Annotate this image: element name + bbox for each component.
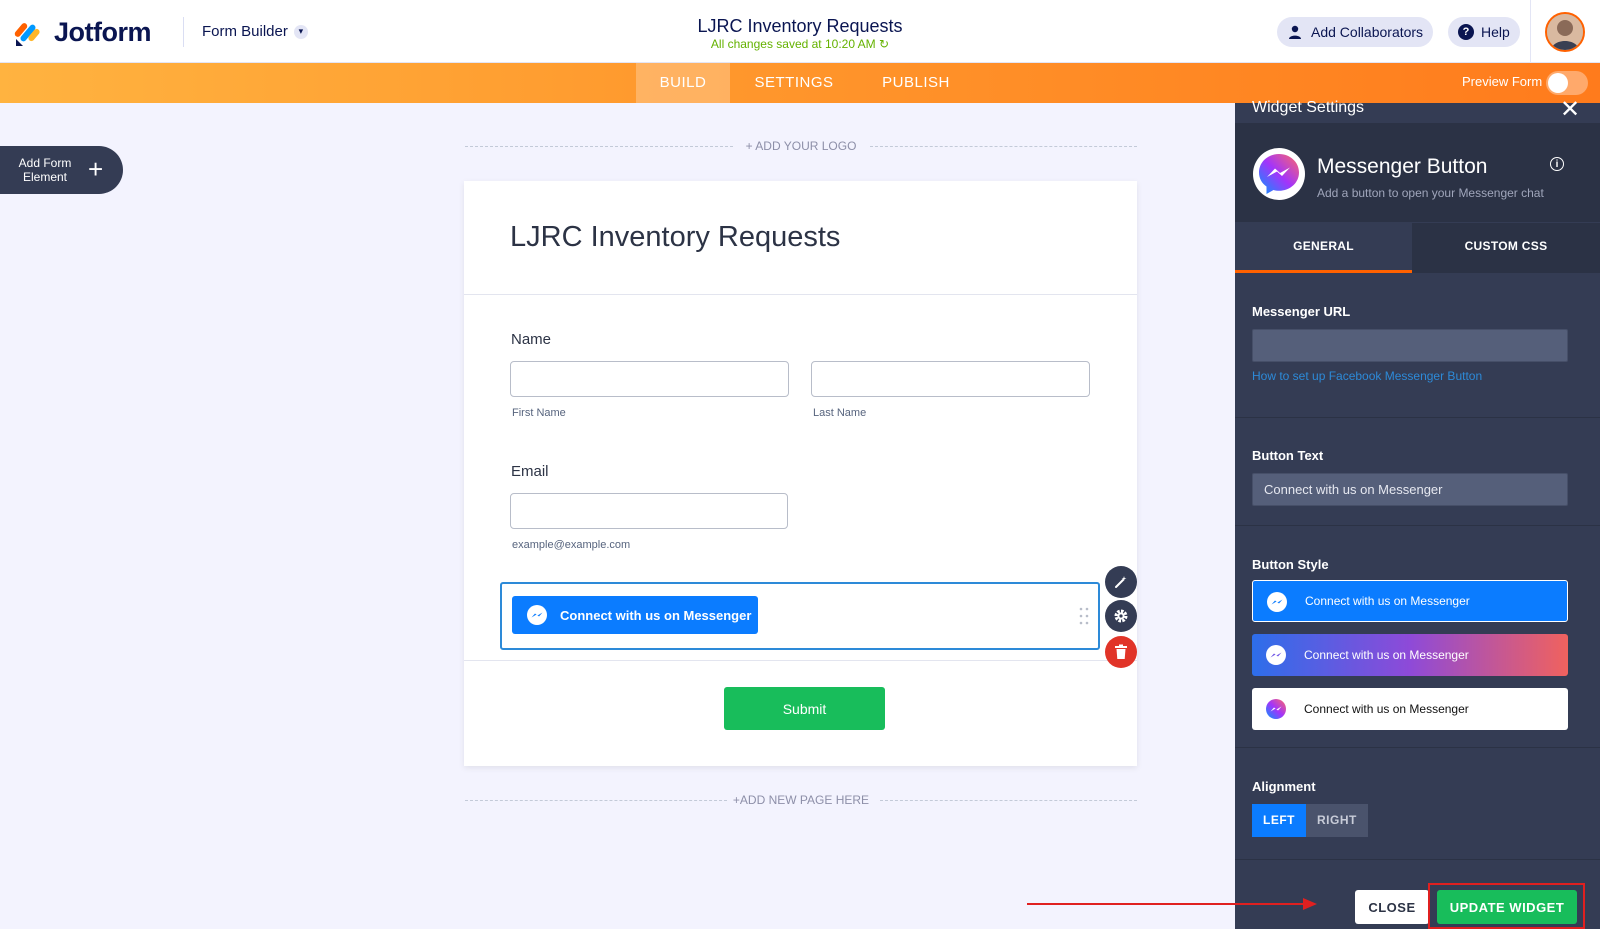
jotform-logo[interactable]: Jotform <box>14 17 152 48</box>
info-icon[interactable]: i <box>1550 157 1564 171</box>
widget-header: Messenger Button Add a button to open yo… <box>1235 123 1600 222</box>
add-collaborators-button[interactable]: Add Collaborators <box>1277 17 1434 47</box>
divider <box>464 660 1137 661</box>
save-status-text: All changes saved at 10:20 AM <box>710 37 876 51</box>
messenger-widget-field[interactable]: Connect with us on Messenger <box>500 582 1100 650</box>
form-card: LJRC Inventory Requests Name First Name … <box>464 181 1137 766</box>
button-text-section: Button Text Connect with us on Messenger <box>1235 418 1600 526</box>
annotation-arrow <box>1027 898 1317 910</box>
email-sublabel: example@example.com <box>512 539 631 551</box>
form-heading[interactable]: LJRC Inventory Requests <box>510 221 840 254</box>
avatar-image <box>1547 14 1583 50</box>
widget-description: Add a button to open your Messenger chat <box>1317 186 1544 200</box>
field-settings-button[interactable] <box>1105 600 1137 632</box>
messenger-icon <box>527 605 547 625</box>
panel-title: Widget Settings <box>1252 99 1365 116</box>
style-option-label: Connect with us on Messenger <box>1305 594 1470 608</box>
submit-button[interactable]: Submit <box>724 687 885 730</box>
style-option-label: Connect with us on Messenger <box>1304 702 1469 716</box>
add-collaborators-label: Add Collaborators <box>1311 24 1424 40</box>
button-style-label: Button Style <box>1252 557 1329 572</box>
email-label: Email <box>511 463 549 480</box>
widget-settings-panel: Widget Settings ✕ Messenger Button Add a… <box>1235 96 1600 929</box>
add-logo-text: + ADD YOUR LOGO <box>745 139 857 153</box>
refresh-icon: ↻ <box>879 37 890 51</box>
close-icon[interactable]: ✕ <box>1560 95 1580 124</box>
help-button[interactable]: ? Help <box>1448 17 1520 47</box>
preview-form-label: Preview Form <box>1462 74 1543 89</box>
style-option-white[interactable]: Connect with us on Messenger <box>1252 688 1568 730</box>
magic-wand-icon <box>1115 576 1127 588</box>
alignment-toggle: LEFT RIGHT <box>1252 804 1368 837</box>
messenger-icon <box>1267 592 1287 612</box>
alignment-section: Alignment LEFT RIGHT <box>1235 748 1600 860</box>
messenger-logo-icon <box>1253 148 1305 200</box>
tab-general[interactable]: GENERAL <box>1235 223 1412 273</box>
annotation-highlight-box <box>1428 883 1585 929</box>
style-option-gradient[interactable]: Connect with us on Messenger <box>1252 634 1568 676</box>
add-logo-slot[interactable]: + ADD YOUR LOGO <box>465 137 1137 155</box>
top-header: Jotform Form Builder ▾ LJRC Inventory Re… <box>0 0 1600 63</box>
first-name-sublabel: First Name <box>512 407 566 419</box>
add-form-element-label: Add Form Element <box>18 156 72 184</box>
messenger-button-label: Connect with us on Messenger <box>560 607 752 623</box>
help-link[interactable]: How to set up Facebook Messenger Button <box>1252 369 1482 383</box>
email-input[interactable] <box>510 493 788 529</box>
gear-icon <box>1114 609 1128 623</box>
builder-nav: BUILD SETTINGS PUBLISH Preview Form <box>0 63 1600 103</box>
header-divider <box>1530 0 1531 63</box>
form-builder-label: Form Builder <box>202 23 288 40</box>
tab-publish[interactable]: PUBLISH <box>866 63 966 103</box>
avatar[interactable] <box>1545 12 1585 52</box>
messenger-url-input[interactable] <box>1252 329 1568 362</box>
user-icon <box>1289 25 1301 39</box>
messenger-url-label: Messenger URL <box>1252 304 1351 319</box>
preview-form-toggle[interactable] <box>1546 71 1588 95</box>
form-builder-menu[interactable]: Form Builder ▾ <box>202 23 308 40</box>
header-divider <box>183 17 184 47</box>
messenger-url-section: Messenger URL How to set up Facebook Mes… <box>1235 273 1600 418</box>
last-name-sublabel: Last Name <box>813 407 867 419</box>
magic-wand-button[interactable] <box>1105 566 1137 598</box>
style-option-blue[interactable]: Connect with us on Messenger <box>1252 580 1568 622</box>
toggle-knob <box>1548 73 1568 93</box>
jotform-logo-icon <box>14 22 40 46</box>
button-text-input[interactable]: Connect with us on Messenger <box>1252 473 1568 506</box>
drag-handle-icon[interactable] <box>1079 606 1089 626</box>
add-form-element-button[interactable]: Add Form Element + <box>0 146 123 194</box>
style-option-label: Connect with us on Messenger <box>1304 648 1469 662</box>
align-left-button[interactable]: LEFT <box>1252 804 1306 837</box>
close-button[interactable]: CLOSE <box>1355 890 1429 924</box>
button-style-section: Button Style Connect with us on Messenge… <box>1235 526 1600 748</box>
plus-icon: + <box>88 154 104 184</box>
alignment-label: Alignment <box>1252 779 1316 794</box>
messenger-icon <box>1266 645 1286 665</box>
chevron-down-icon: ▾ <box>293 24 308 39</box>
name-label: Name <box>511 331 552 348</box>
add-new-page-slot[interactable]: +ADD NEW PAGE HERE <box>465 791 1137 809</box>
add-new-page-text: +ADD NEW PAGE HERE <box>732 793 870 807</box>
button-text-label: Button Text <box>1252 448 1324 463</box>
save-status: All changes saved at 10:20 AM ↻ <box>600 37 1000 51</box>
widget-name: Messenger Button <box>1317 155 1488 178</box>
help-label: Help <box>1481 24 1510 40</box>
brand-name: Jotform <box>54 17 152 47</box>
divider <box>464 294 1137 295</box>
tab-settings[interactable]: SETTINGS <box>742 63 846 103</box>
messenger-icon <box>1266 699 1286 719</box>
trash-icon <box>1115 644 1127 659</box>
align-right-button[interactable]: RIGHT <box>1306 804 1368 837</box>
tab-build[interactable]: BUILD <box>636 63 730 103</box>
panel-tabs: GENERAL CUSTOM CSS <box>1235 223 1600 273</box>
delete-field-button[interactable] <box>1105 636 1137 668</box>
help-icon: ? <box>1458 24 1474 40</box>
last-name-input[interactable] <box>811 361 1090 397</box>
form-title[interactable]: LJRC Inventory Requests <box>600 16 1000 37</box>
first-name-input[interactable] <box>510 361 789 397</box>
tab-custom-css[interactable]: CUSTOM CSS <box>1412 223 1600 273</box>
messenger-button[interactable]: Connect with us on Messenger <box>512 596 758 634</box>
